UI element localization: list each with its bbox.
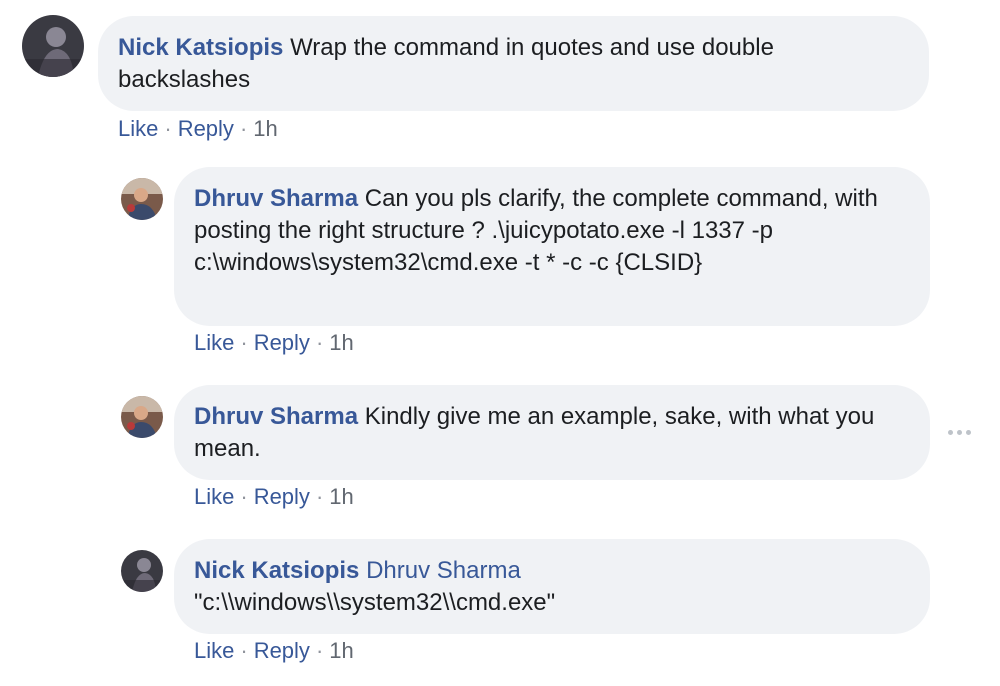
separator: · <box>239 116 248 141</box>
timestamp[interactable]: 1h <box>329 638 353 663</box>
like-link[interactable]: Like <box>118 116 158 141</box>
reply-link[interactable]: Reply <box>254 484 310 509</box>
like-link[interactable]: Like <box>194 330 234 355</box>
separator: · <box>315 484 324 509</box>
comment-actions: Like · Reply · 1h <box>194 637 354 665</box>
avatar[interactable] <box>22 15 84 77</box>
separator: · <box>240 484 248 509</box>
avatar[interactable] <box>121 178 163 220</box>
avatar-dhruv-icon <box>121 396 163 438</box>
like-link[interactable]: Like <box>194 638 234 663</box>
separator: · <box>164 116 172 141</box>
comment-actions: Like · Reply · 1h <box>194 483 354 511</box>
avatar-nick-icon <box>22 15 84 77</box>
comment-text: "c:\\windows\\system32\\cmd.exe" <box>194 589 556 616</box>
dot-icon <box>957 429 962 435</box>
timestamp[interactable]: 1h <box>329 330 353 355</box>
reply-link[interactable]: Reply <box>254 638 310 663</box>
like-link[interactable]: Like <box>194 484 234 509</box>
comment-bubble: Dhruv Sharma Can you pls clarify, the co… <box>174 167 930 326</box>
reply-link[interactable]: Reply <box>178 116 234 141</box>
comment-author[interactable]: Nick Katsiopis <box>118 34 283 61</box>
reply-link[interactable]: Reply <box>254 330 310 355</box>
more-options-icon[interactable] <box>948 426 976 438</box>
comment-actions: Like · Reply · 1h <box>194 329 354 357</box>
avatar-nick-icon <box>121 550 163 592</box>
separator: · <box>315 638 324 663</box>
mention-tag[interactable]: Dhruv Sharma <box>366 557 521 584</box>
separator: · <box>240 638 248 663</box>
avatar-dhruv-icon <box>121 178 163 220</box>
dot-icon <box>948 429 953 435</box>
timestamp[interactable]: 1h <box>329 484 353 509</box>
comment-author[interactable]: Dhruv Sharma <box>194 185 358 212</box>
avatar[interactable] <box>121 550 163 592</box>
dot-icon <box>966 429 971 435</box>
separator: · <box>315 330 324 355</box>
comment-bubble: Nick Katsiopis Dhruv Sharma "c:\\windows… <box>174 539 930 634</box>
separator: · <box>240 330 248 355</box>
comment-author[interactable]: Dhruv Sharma <box>194 403 358 430</box>
comment-actions: Like · Reply · 1h <box>118 115 278 143</box>
timestamp[interactable]: 1h <box>253 116 277 141</box>
comment-bubble: Dhruv Sharma Kindly give me an example, … <box>174 385 930 480</box>
comment-bubble: Nick Katsiopis Wrap the command in quote… <box>98 16 929 111</box>
avatar[interactable] <box>121 396 163 438</box>
comment-author[interactable]: Nick Katsiopis <box>194 557 359 584</box>
